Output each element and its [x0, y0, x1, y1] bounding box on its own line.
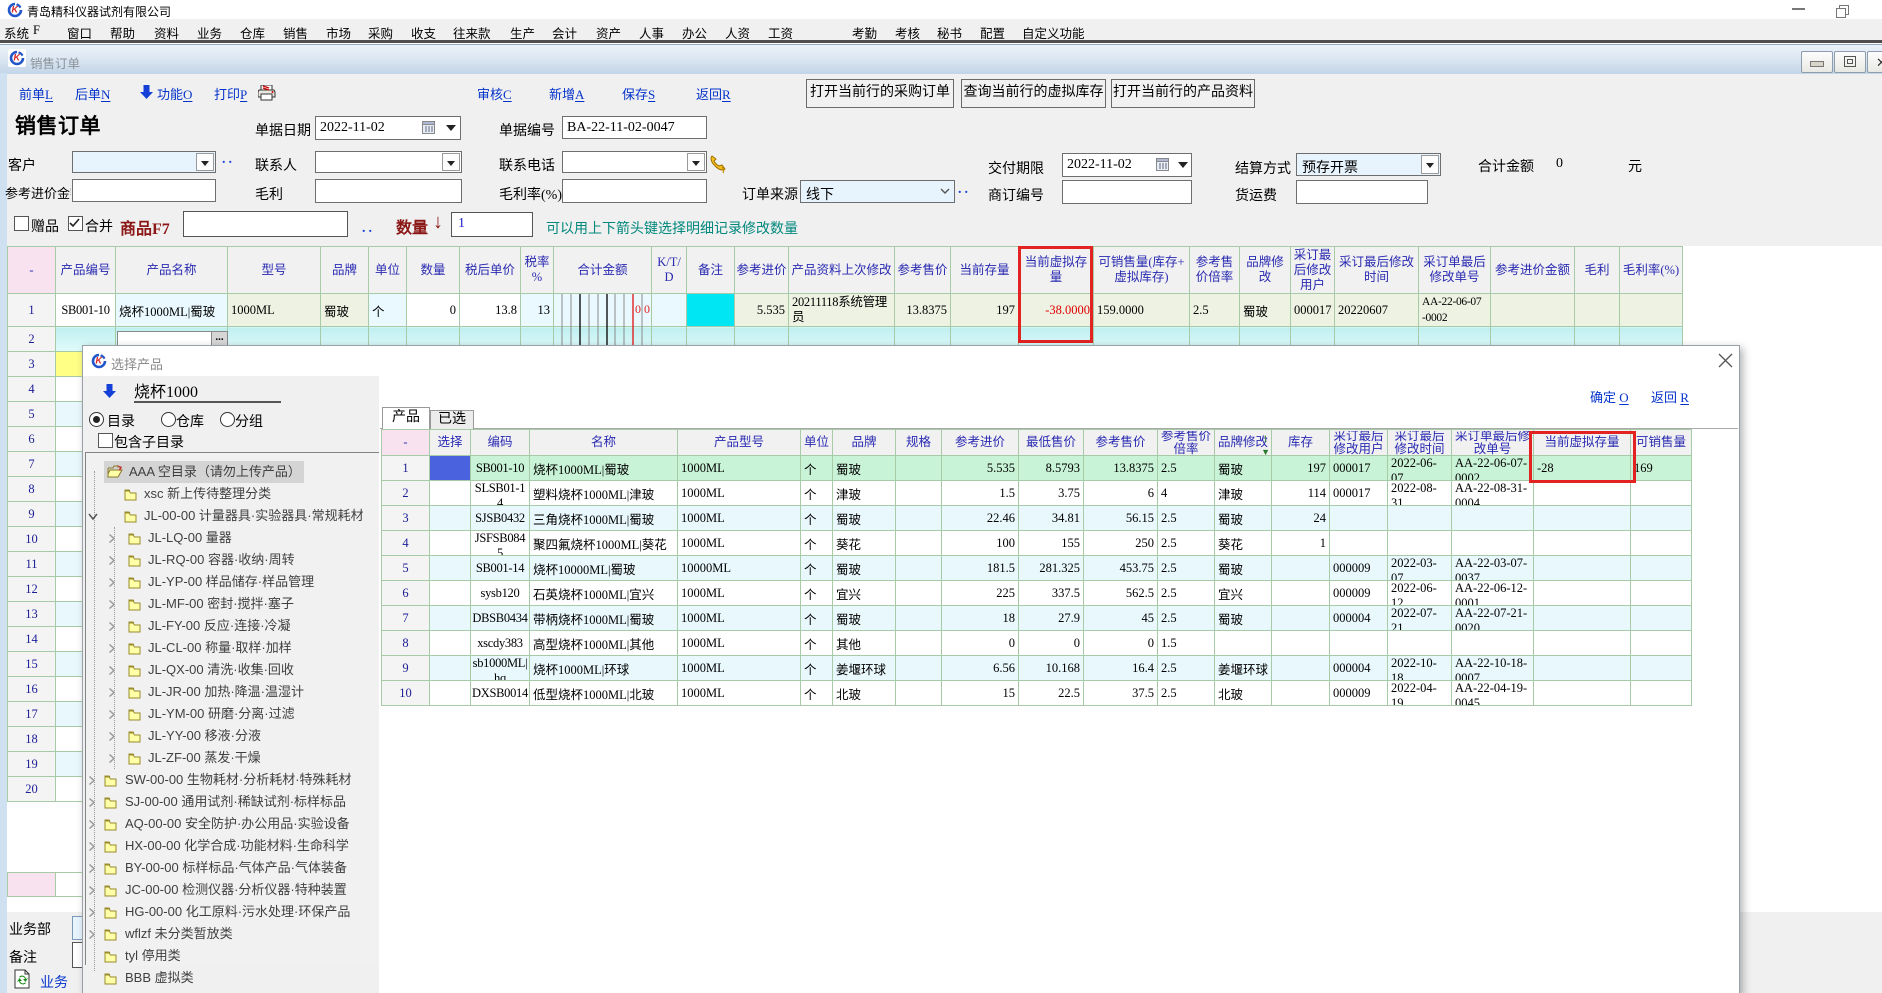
svg-text:0: 0 — [635, 302, 641, 316]
svg-text:0: 0 — [644, 302, 650, 316]
